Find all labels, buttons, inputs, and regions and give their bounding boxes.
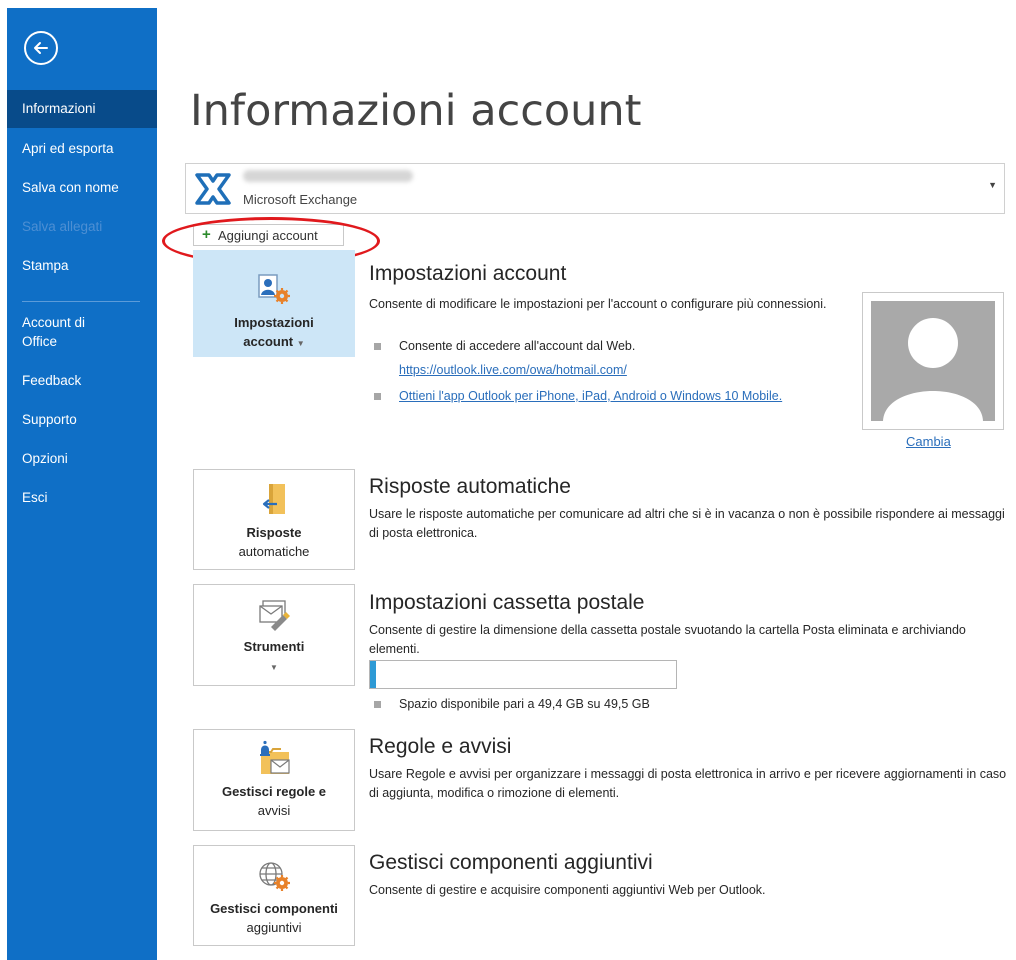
exchange-icon xyxy=(195,173,231,205)
back-button[interactable] xyxy=(24,31,58,65)
bullet-icon xyxy=(374,701,381,708)
page-title: Informazioni account xyxy=(190,86,642,136)
profile-picture xyxy=(862,292,1004,430)
plus-icon: + xyxy=(202,226,211,243)
account-settings-icon xyxy=(258,274,290,304)
mailbox-storage-fill xyxy=(370,661,376,688)
auto-replies-description: Usare le risposte automatiche per comuni… xyxy=(369,507,1005,540)
rules-alerts-title: Regole e avvisi xyxy=(369,735,512,758)
chevron-down-icon: ▼ xyxy=(270,663,278,672)
mailbox-settings-title: Impostazioni cassetta postale xyxy=(369,591,645,614)
nav-item-supporto[interactable]: Supporto xyxy=(7,410,157,429)
tools-tile-label: Strumenti xyxy=(243,639,305,654)
nav-item-opzioni[interactable]: Opzioni xyxy=(7,449,157,468)
sidebar-divider xyxy=(22,301,140,302)
storage-space-text: Spazio disponibile pari a 49,4 GB su 49,… xyxy=(399,697,650,711)
tools-tile-caret: ▼ xyxy=(194,656,354,677)
change-picture-link[interactable]: Cambia xyxy=(906,434,951,449)
addins-tile-label-line1: Gestisci componenti xyxy=(210,901,338,916)
rules-tile-label-line1: Gestisci regole e xyxy=(221,784,327,799)
account-settings-description: Consente di modificare le impostazioni p… xyxy=(369,297,827,311)
mailbox-storage-bar xyxy=(369,660,677,689)
account-email-blurred xyxy=(243,170,413,182)
rules-tile-label-line2: avvisi xyxy=(257,803,291,818)
mailbox-settings-description: Consente di gestire la dimensione della … xyxy=(369,623,966,656)
nav-item-informazioni[interactable]: Informazioni xyxy=(7,90,157,128)
globe-gear-icon xyxy=(259,862,290,891)
auto-replies-button[interactable]: Risposte automatiche xyxy=(193,469,355,570)
backstage-sidebar: Informazioni Apri ed esporta Salva con n… xyxy=(7,8,157,960)
mailbox-tools-icon xyxy=(259,600,290,631)
auto-replies-tile-label-line1: Risposte xyxy=(246,525,302,540)
auto-replies-title: Risposte automatiche xyxy=(369,475,571,498)
account-settings-tile-label-line2: account ▼ xyxy=(243,334,305,349)
addins-description: Consente di gestire e acquisire componen… xyxy=(369,883,766,897)
owa-link[interactable]: https://outlook.live.com/owa/hotmail.com… xyxy=(399,363,627,377)
nav-item-esci[interactable]: Esci xyxy=(7,488,157,507)
account-selector-dropdown[interactable]: Microsoft Exchange ▼ xyxy=(185,163,1005,214)
manage-rules-button[interactable]: Gestisci regole e avvisi xyxy=(193,729,355,831)
web-access-text: Consente di accedere all'account dal Web… xyxy=(399,339,636,353)
account-settings-button[interactable]: Impostazioni account ▼ xyxy=(193,250,355,357)
nav-item-salva-allegati: Salva allegati xyxy=(22,219,103,234)
account-settings-tile-label-line1: Impostazioni xyxy=(234,315,314,330)
account-type-label: Microsoft Exchange xyxy=(243,192,358,207)
add-account-label: Aggiungi account xyxy=(218,228,318,243)
nav-item-stampa[interactable]: Stampa xyxy=(7,256,157,275)
add-account-button[interactable]: + Aggiungi account xyxy=(193,224,344,246)
auto-replies-tile-label-line2: automatiche xyxy=(238,544,310,559)
chevron-down-icon: ▼ xyxy=(296,339,305,348)
bullet-icon xyxy=(374,393,381,400)
bullet-icon xyxy=(374,343,381,350)
rules-alerts-description: Usare Regole e avvisi per organizzare i … xyxy=(369,767,1007,800)
addins-title: Gestisci componenti aggiuntivi xyxy=(369,851,653,874)
nav-item-account-di-office[interactable]: Account di Office xyxy=(7,313,107,351)
nav-item-apri-ed-esporta[interactable]: Apri ed esporta xyxy=(7,139,157,158)
nav-item-salva-con-nome[interactable]: Salva con nome xyxy=(7,178,157,197)
manage-addins-button[interactable]: Gestisci componenti aggiuntivi xyxy=(193,845,355,946)
addins-tile-label-line2: aggiuntivi xyxy=(246,920,302,935)
auto-replies-icon xyxy=(262,484,285,514)
account-settings-title: Impostazioni account xyxy=(369,262,567,285)
person-placeholder-icon xyxy=(883,318,983,421)
outlook-mobile-app-link[interactable]: Ottieni l'app Outlook per iPhone, iPad, … xyxy=(399,389,782,403)
tools-button[interactable]: Strumenti ▼ xyxy=(193,584,355,686)
nav-item-feedback[interactable]: Feedback xyxy=(7,371,157,390)
back-arrow-icon xyxy=(34,42,48,54)
chevron-down-icon: ▼ xyxy=(988,180,997,190)
rules-alerts-icon xyxy=(260,740,290,774)
